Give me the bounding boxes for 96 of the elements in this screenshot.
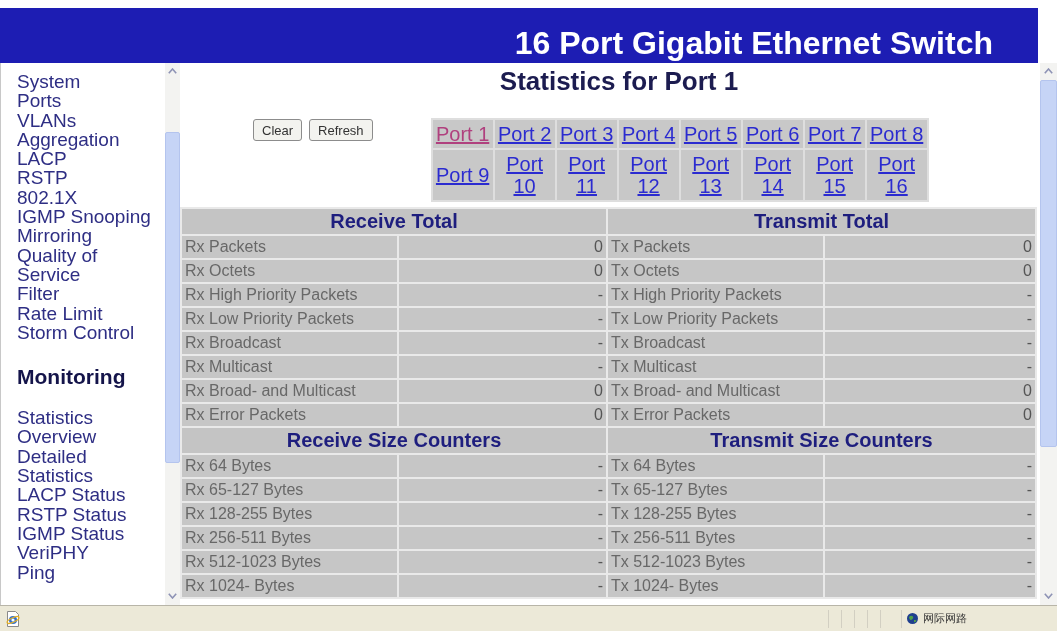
action-button[interactable]: Refresh [309, 119, 373, 141]
scrollbar-thumb[interactable] [1040, 80, 1057, 447]
table-cell: Rx Broad- and Multicast [182, 380, 397, 402]
table-cell: - [399, 503, 606, 525]
sidebar-link[interactable]: VeriPHY [17, 543, 89, 563]
sidebar-link[interactable]: 802.1X [17, 187, 78, 208]
table-cell: Rx 256-511 Bytes [182, 527, 397, 549]
table-cell: Tx 128-255 Bytes [608, 503, 823, 525]
table-cell: - [825, 284, 1035, 306]
scrollbar-track[interactable] [165, 63, 180, 605]
section-header: Receive Size Counters [182, 428, 606, 453]
table-cell: - [825, 332, 1035, 354]
table-cell: Rx Packets [182, 236, 397, 258]
sidebar-link[interactable]: RSTP [17, 168, 68, 188]
up-caret-icon[interactable] [1044, 68, 1053, 74]
sidebar-link[interactable]: Mirroring [17, 226, 92, 246]
table-cell: Tx High Priority Packets [608, 284, 823, 306]
sidebar-link[interactable]: VLANs [17, 110, 77, 130]
sidebar-link[interactable]: IGMP Status [17, 523, 125, 544]
sidebar-link[interactable]: Filter [17, 284, 60, 304]
table-cell: Tx Low Priority Packets [608, 308, 823, 330]
down-caret-icon[interactable] [1044, 593, 1053, 599]
table-cell: - [825, 479, 1035, 501]
sidebar-link[interactable]: Detailed Statistics [17, 446, 162, 486]
table-cell: 0 [825, 260, 1035, 282]
table-cell: Tx Multicast [608, 356, 823, 378]
table-cell: Rx Multicast [182, 356, 397, 378]
table-cell: - [825, 575, 1035, 597]
table-cell: - [399, 479, 606, 501]
table-cell: Tx 64 Bytes [608, 455, 823, 477]
up-caret-icon[interactable] [168, 68, 177, 74]
table-cell: Rx High Priority Packets [182, 284, 397, 306]
table-cell: Tx 1024- Bytes [608, 575, 823, 597]
table-cell: 0 [825, 404, 1035, 426]
sidebar-link[interactable]: RSTP Status [17, 504, 127, 524]
document-icon [5, 610, 21, 627]
table-cell: - [399, 356, 606, 378]
table-cell: - [399, 308, 606, 330]
table-cell: Rx Error Packets [182, 404, 397, 426]
section-header: Receive Total [182, 209, 606, 234]
table-cell: 0 [399, 260, 606, 282]
sidebar-link[interactable]: Aggregation [17, 129, 120, 150]
table-cell: Rx 64 Bytes [182, 455, 397, 477]
table-cell: - [825, 527, 1035, 549]
table-cell: - [399, 551, 606, 573]
table-cell: - [825, 455, 1035, 477]
table-cell: - [399, 455, 606, 477]
sidebar-link[interactable]: Ping [17, 562, 56, 582]
table-cell: Tx 256-511 Bytes [608, 527, 823, 549]
table-cell: Tx Broadcast [608, 332, 823, 354]
table-cell: - [399, 575, 606, 597]
sidebar-link[interactable]: Quality of Service [17, 245, 162, 285]
table-cell: - [825, 551, 1035, 573]
table-cell: - [825, 503, 1035, 525]
table-cell: - [399, 332, 606, 354]
table-cell: - [399, 527, 606, 549]
table-cell: Tx Error Packets [608, 404, 823, 426]
table-cell: Rx 65-127 Bytes [182, 479, 397, 501]
table-cell: - [399, 284, 606, 306]
table-cell: 0 [399, 236, 606, 258]
section-header: Transmit Total [608, 209, 1035, 234]
sidebar-link[interactable]: LACP Status [17, 485, 126, 505]
sidebar-heading: Monitoring [17, 365, 126, 390]
page-heading: Statistics for Port 1 [499, 66, 739, 96]
table-cell: Rx Low Priority Packets [182, 308, 397, 330]
action-button[interactable]: Clear [253, 119, 303, 141]
table-cell: Rx Broadcast [182, 332, 397, 354]
security-zone-text: 网际网路 [923, 611, 967, 626]
page-title: 16 Port Gigabit Ethernet Switch [514, 26, 993, 60]
down-caret-icon[interactable] [168, 593, 177, 599]
table-cell: Tx Packets [608, 236, 823, 258]
sidebar-link[interactable]: LACP [17, 149, 67, 169]
table-cell: Rx 1024- Bytes [182, 575, 397, 597]
sidebar-link[interactable]: Ports [17, 91, 62, 111]
scrollbar-track[interactable] [1040, 63, 1057, 605]
table-cell: Rx Octets [182, 260, 397, 282]
table-cell: - [825, 308, 1035, 330]
globe-icon [907, 613, 918, 624]
table-cell: Tx 65-127 Bytes [608, 479, 823, 501]
sidebar-link[interactable]: Statistics Overview [17, 408, 162, 447]
scrollbar-thumb[interactable] [165, 132, 180, 463]
sidebar-link[interactable]: Rate Limit [17, 303, 103, 323]
table-cell: - [825, 356, 1035, 378]
table-cell: 0 [825, 236, 1035, 258]
table-cell: 0 [399, 380, 606, 402]
section-header: Transmit Size Counters [608, 428, 1035, 453]
sidebar-link[interactable]: Storm Control [17, 322, 135, 343]
sidebar-link[interactable]: IGMP Snooping [17, 207, 151, 227]
table-cell: Rx 512-1023 Bytes [182, 551, 397, 573]
sidebar-link[interactable]: System [17, 72, 81, 92]
table-cell: Tx Octets [608, 260, 823, 282]
table-cell: 0 [825, 380, 1035, 402]
table-cell: Rx 128-255 Bytes [182, 503, 397, 525]
table-cell: 0 [399, 404, 606, 426]
table-cell: Tx Broad- and Multicast [608, 380, 823, 402]
table-cell: Tx 512-1023 Bytes [608, 551, 823, 573]
